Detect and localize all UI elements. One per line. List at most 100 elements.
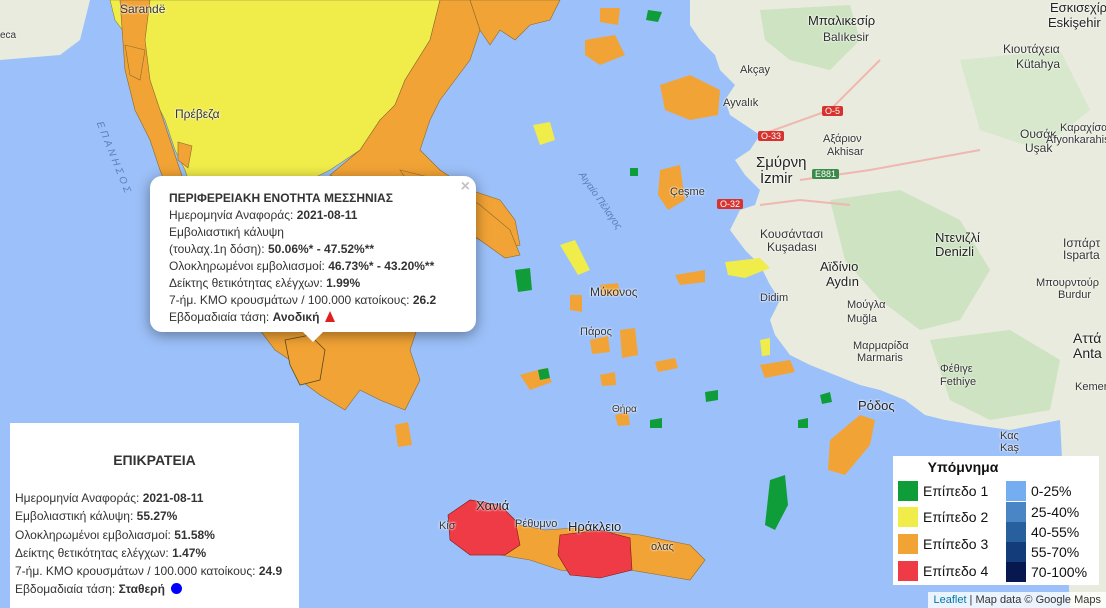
map-label-sarande: Sarandë <box>120 2 166 16</box>
map-label-mpourntour: Μπουρντούρ <box>1036 277 1100 289</box>
map-label-kemer: Kemer <box>1075 381 1106 393</box>
leaflet-link[interactable]: Leaflet <box>933 594 966 606</box>
map-label-irakleio: Ηράκλειο <box>568 519 622 534</box>
map-label-balikesir-gr: Μπαλικεσίρ <box>808 13 876 28</box>
popup-trend-row: Εβδομαδιαία τάση: Ανοδική <box>169 309 436 326</box>
map-label-aydin: Aydın <box>826 274 860 289</box>
map-label-chania: Χανιά <box>476 498 510 513</box>
legend-coverage-1-label: 0-25% <box>1031 483 1072 499</box>
national-title: ΕΠΙΚΡΑΤΕΙΑ <box>113 452 196 468</box>
map-label-burdur: Burdur <box>1058 289 1092 301</box>
map-label-smyrni: Σμύρνη <box>756 154 807 171</box>
attribution-data: Map data © Google Maps <box>975 594 1101 606</box>
national-trend-row: Εβδομαδιαία τάση: Σταθερή <box>15 580 282 598</box>
map-label-kousantasi: Κουσάντασι <box>760 227 824 241</box>
road-shield-o32: O-32 <box>717 199 744 209</box>
legend-level-3-swatch <box>898 534 918 554</box>
map-label-paros: Πάρος <box>580 326 612 338</box>
national-coverage-value: 55.27% <box>136 509 178 524</box>
legend-coverage-2-swatch <box>1006 502 1026 522</box>
national-date-label: Ημερομηνία Αναφοράς: <box>15 491 143 505</box>
map-label-kas: Kaş <box>1000 442 1019 454</box>
map-label-ayvalik: Ayvalık <box>723 97 759 109</box>
map-label-mougla: Μούγλα <box>847 299 886 311</box>
popup-cases-value: 26.2 <box>412 293 437 307</box>
national-trend-label: Εβδομαδιαία τάση: <box>15 582 119 597</box>
popup-title: ΠΕΡΙΦΕΡΕΙΑΚΗ ΕΝΟΤΗΤΑ ΜΕΣΣΗΝΙΑΣ <box>169 191 393 205</box>
popup-positivity-value: 1.99% <box>326 276 361 290</box>
map-label-kusadasi: Kuşadası <box>767 240 818 254</box>
map-label-cesme: Çeşme <box>670 186 705 198</box>
popup-cases-row: 7-ήμ. ΚΜΟ κρουσμάτων / 100.000 κατοίκους… <box>169 292 436 309</box>
national-cases-row: 7-ήμ. ΚΜΟ κρουσμάτων / 100.000 κατοίκους… <box>15 562 282 580</box>
popup-trend-label: Εβδομαδιαία τάση: <box>169 310 273 324</box>
map-label-izmir: İzmir <box>760 170 793 187</box>
national-cases-value: 24.9 <box>258 564 283 579</box>
map-label-fethiye-gr: Φέθιγε <box>940 363 973 375</box>
popup-coverage-row: (τουλαχ.1η δόση): 50.06%* - 47.52%** <box>169 241 436 258</box>
legend-level-4-swatch <box>898 561 918 581</box>
road-shield-o5: O-5 <box>822 106 844 116</box>
popup-cases-label: 7-ήμ. ΚΜΟ κρουσμάτων / 100.000 κατοίκους… <box>169 293 413 307</box>
popup-tip <box>303 332 323 342</box>
map-label-kioutaheia: Κιουτάχεια <box>1003 42 1060 56</box>
map-label-ntenizli: Ντενιζλί <box>935 230 980 245</box>
national-full-value: 51.58% <box>174 527 215 542</box>
legend-coverage-4-label: 55-70% <box>1031 544 1080 560</box>
national-positivity-label: Δείκτης θετικότητας ελέγχων: <box>15 545 173 560</box>
legend-coverage-3-label: 40-55% <box>1031 524 1080 540</box>
map-label-afyonkarahisar: Afyonkarahisar <box>1046 134 1106 146</box>
map-label-thira: Θήρα <box>612 404 637 415</box>
popup-close-button[interactable]: × <box>461 178 470 195</box>
legend-title: Υπόμνημα <box>927 459 999 475</box>
map-label-mykonos: Μύκονος <box>590 285 638 299</box>
map-label-kas-gr: Κας <box>1000 430 1019 442</box>
popup-full-label: Ολοκληρωμένοι εμβολιασμοί: <box>169 259 329 273</box>
popup-coverage-label-1: Εμβολιαστική κάλυψη <box>169 225 284 239</box>
popup-positivity-label: Δείκτης θετικότητας ελέγχων: <box>169 276 327 290</box>
national-date-value: 2021-08-11 <box>142 491 204 505</box>
legend-level-4-label: Επίπεδο 4 <box>923 563 989 579</box>
map-label-preveza: Πρέβεζα <box>175 107 220 121</box>
legend-coverage-5-label: 70-100% <box>1031 564 1088 580</box>
national-summary-box: ΕΠΙΚΡΑΤΕΙΑ Ημερομηνία Αναφοράς: 2021-08-… <box>10 423 299 608</box>
crete-irakleio-red <box>557 529 633 579</box>
popup-date-value: 2021-08-11 <box>296 208 358 222</box>
legend-coverage-3-swatch <box>1006 522 1026 542</box>
trend-stable-icon <box>170 583 182 595</box>
map-label-akhisar-gr: Αξάριον <box>823 133 862 145</box>
legend-coverage-2-label: 25-40% <box>1031 504 1080 520</box>
map-label-mugla: Muğla <box>847 313 877 325</box>
map-label-rethymno: Ρέθυμνο <box>515 518 558 530</box>
map-label-akhisar: Akhisar <box>827 146 864 158</box>
map-label-seca: eca <box>0 30 17 41</box>
national-full-row: Ολοκληρωμένοι εμβολιασμοί: 51.58% <box>15 526 282 544</box>
national-cases-label: 7-ήμ. ΚΜΟ κρουσμάτων / 100.000 κατοίκους… <box>15 564 259 579</box>
national-positivity-row: Δείκτης θετικότητας ελέγχων: 1.47% <box>15 544 282 562</box>
map-label-fethiye: Fethiye <box>940 376 977 388</box>
popup-date-label: Ημερομηνία Αναφοράς: <box>169 208 297 222</box>
map-label-didim: Didim <box>760 292 789 304</box>
national-trend-value: Σταθερή <box>118 582 165 597</box>
map-label-antalya: Anta <box>1073 345 1102 361</box>
popup-full-row: Ολοκληρωμένοι εμβολιασμοί: 46.73%* - 43.… <box>169 258 436 275</box>
region-popup: × ΠΕΡΙΦΕΡΕΙΑΚΗ ΕΝΟΤΗΤΑ ΜΕΣΣΗΝΙΑΣ Ημερομη… <box>150 176 476 342</box>
legend-level-3-label: Επίπεδο 3 <box>923 536 989 552</box>
popup-trend-value: Ανοδική <box>272 310 320 324</box>
map-label-eskisehir-gr: Εσκισεχίρ <box>1050 0 1106 15</box>
psara <box>630 168 638 176</box>
legend-level-1-label: Επίπεδο 1 <box>923 483 989 499</box>
thasos <box>600 8 620 25</box>
popup-coverage-value: 50.06%* - 47.52%** <box>267 242 375 256</box>
legend-level-2-label: Επίπεδο 2 <box>923 509 989 525</box>
map-label-aidinio: Αϊδίνιο <box>820 259 859 274</box>
map-legend: Υπόμνημα Επίπεδο 1 Επίπεδο 2 Επίπεδο 3 Ε… <box>893 456 1099 585</box>
map-label-antalya-gr: Αττά <box>1073 330 1102 346</box>
national-coverage-label: Εμβολιαστική κάλυψη: <box>15 509 137 524</box>
map-label-rodos: Ρόδος <box>858 398 895 413</box>
naxos <box>620 328 638 358</box>
road-shield-o33: O-33 <box>758 131 785 141</box>
map-attribution: Leaflet | Map data © Google Maps <box>928 592 1106 608</box>
map-label-kritis: ολας <box>651 541 674 553</box>
astypalaia <box>705 390 718 402</box>
